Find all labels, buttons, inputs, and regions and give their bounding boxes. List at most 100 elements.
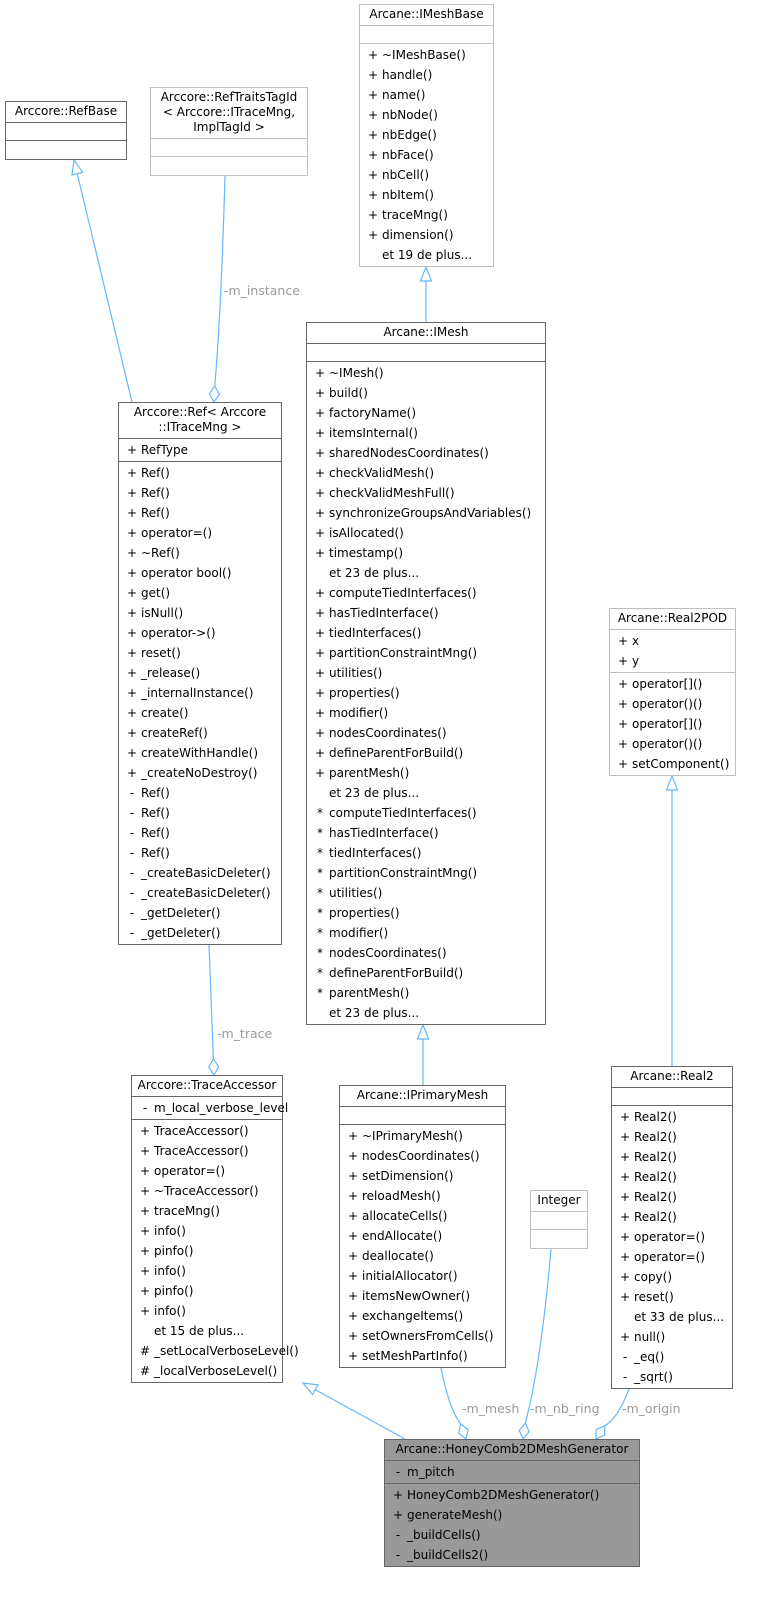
method-item[interactable]: + name() bbox=[360, 85, 493, 105]
method-item[interactable]: + operator()() bbox=[610, 694, 735, 714]
method-item[interactable]: + checkValidMeshFull() bbox=[307, 483, 545, 503]
method-item[interactable]: + properties() bbox=[307, 683, 545, 703]
method-item[interactable]: + Real2() bbox=[612, 1167, 732, 1187]
class-real2[interactable]: Arcane::Real2 + Real2() + Real2() + Real2() + Re… bbox=[611, 1066, 733, 1389]
attribute-item[interactable]: + RefType bbox=[119, 440, 281, 460]
method-item[interactable]: + TraceAccessor() bbox=[132, 1121, 282, 1141]
method-item[interactable]: + operator=() bbox=[132, 1161, 282, 1181]
method-item[interactable]: + nbFace() bbox=[360, 145, 493, 165]
method-item[interactable]: + isAllocated() bbox=[307, 523, 545, 543]
method-item[interactable]: - _getDeleter() bbox=[119, 923, 281, 943]
method-item[interactable]: + setOwnersFromCells() bbox=[340, 1326, 505, 1346]
method-item[interactable]: + Real2() bbox=[612, 1107, 732, 1127]
method-item[interactable]: + nbNode() bbox=[360, 105, 493, 125]
method-item[interactable]: + allocateCells() bbox=[340, 1206, 505, 1226]
method-item[interactable]: + partitionConstraintMng() bbox=[307, 643, 545, 663]
method-item[interactable]: + exchangeItems() bbox=[340, 1306, 505, 1326]
method-item[interactable]: + operator=() bbox=[119, 523, 281, 543]
method-item[interactable]: + Real2() bbox=[612, 1207, 732, 1227]
method-item[interactable]: + createWithHandle() bbox=[119, 743, 281, 763]
method-item[interactable]: + Ref() bbox=[119, 483, 281, 503]
class-ref[interactable]: Arccore::Ref< Arccore ::ITraceMng > + RefT… bbox=[118, 402, 282, 945]
method-item[interactable]: - Ref() bbox=[119, 783, 281, 803]
method-item[interactable]: + tiedInterfaces() bbox=[307, 623, 545, 643]
method-item[interactable]: + ~IPrimaryMesh() bbox=[340, 1126, 505, 1146]
method-item[interactable]: + checkValidMesh() bbox=[307, 463, 545, 483]
method-item[interactable]: + factoryName() bbox=[307, 403, 545, 423]
method-item[interactable]: + defineParentForBuild() bbox=[307, 743, 545, 763]
method-item[interactable]: * tiedInterfaces() bbox=[307, 843, 545, 863]
attribute-item[interactable]: - m_local_verbose_level bbox=[132, 1098, 288, 1118]
method-item[interactable]: et 23 de plus... bbox=[307, 783, 545, 803]
method-item[interactable]: * hasTiedInterface() bbox=[307, 823, 545, 843]
method-item[interactable]: + hasTiedInterface() bbox=[307, 603, 545, 623]
method-item[interactable]: + nodesCoordinates() bbox=[340, 1146, 505, 1166]
method-item[interactable]: + dimension() bbox=[360, 225, 493, 245]
method-item[interactable]: + _createNoDestroy() bbox=[119, 763, 281, 783]
method-item[interactable]: + pinfo() bbox=[132, 1281, 282, 1301]
method-item[interactable]: + Real2() bbox=[612, 1147, 732, 1167]
class-integer[interactable]: Integer bbox=[530, 1190, 588, 1249]
method-item[interactable]: + create() bbox=[119, 703, 281, 723]
method-item[interactable]: # _localVerboseLevel() bbox=[132, 1361, 282, 1381]
method-item[interactable]: + createRef() bbox=[119, 723, 281, 743]
method-item[interactable]: + operator[]() bbox=[610, 674, 735, 694]
method-item[interactable]: + sharedNodesCoordinates() bbox=[307, 443, 545, 463]
method-item[interactable]: + itemsInternal() bbox=[307, 423, 545, 443]
method-item[interactable]: + setMeshPartInfo() bbox=[340, 1346, 505, 1366]
method-item[interactable]: * partitionConstraintMng() bbox=[307, 863, 545, 883]
method-item[interactable]: + ~Ref() bbox=[119, 543, 281, 563]
method-item[interactable]: * utilities() bbox=[307, 883, 545, 903]
method-item[interactable]: - _buildCells2() bbox=[385, 1545, 639, 1565]
method-item[interactable]: + nbEdge() bbox=[360, 125, 493, 145]
method-item[interactable]: + computeTiedInterfaces() bbox=[307, 583, 545, 603]
method-item[interactable]: + setDimension() bbox=[340, 1166, 505, 1186]
method-item[interactable]: - _buildCells() bbox=[385, 1525, 639, 1545]
method-item[interactable]: + ~TraceAccessor() bbox=[132, 1181, 282, 1201]
class-reftraits[interactable]: Arccore::RefTraitsTagId < Arccore::ITrac… bbox=[150, 87, 308, 176]
method-item[interactable]: + copy() bbox=[612, 1267, 732, 1287]
method-item[interactable]: + traceMng() bbox=[132, 1201, 282, 1221]
method-item[interactable]: - Ref() bbox=[119, 803, 281, 823]
class-honeycomb2dmeshgenerator[interactable]: Arcane::HoneyComb2DMeshGenerator - m_pitch… bbox=[384, 1439, 640, 1567]
method-item[interactable]: + null() bbox=[612, 1327, 732, 1347]
method-item[interactable]: et 23 de plus... bbox=[307, 563, 545, 583]
method-item[interactable]: + info() bbox=[132, 1301, 282, 1321]
method-item[interactable]: + initialAllocator() bbox=[340, 1266, 505, 1286]
method-item[interactable]: + utilities() bbox=[307, 663, 545, 683]
method-item[interactable]: - Ref() bbox=[119, 843, 281, 863]
method-item[interactable]: + setComponent() bbox=[610, 754, 735, 774]
method-item[interactable]: + handle() bbox=[360, 65, 493, 85]
method-item[interactable]: + Real2() bbox=[612, 1127, 732, 1147]
method-item[interactable]: et 19 de plus... bbox=[360, 245, 493, 265]
method-item[interactable]: - _createBasicDeleter() bbox=[119, 883, 281, 903]
method-item[interactable]: - _sqrt() bbox=[612, 1367, 732, 1387]
method-item[interactable]: + nbCell() bbox=[360, 165, 493, 185]
method-item[interactable]: et 23 de plus... bbox=[307, 1003, 545, 1023]
method-item[interactable]: + Real2() bbox=[612, 1187, 732, 1207]
method-item[interactable]: - _eq() bbox=[612, 1347, 732, 1367]
method-item[interactable]: + modifier() bbox=[307, 703, 545, 723]
method-item[interactable]: + operator bool() bbox=[119, 563, 281, 583]
attribute-item[interactable]: + y bbox=[610, 651, 735, 671]
class-traceaccessor[interactable]: Arccore::TraceAccessor - m_local_verbose_l… bbox=[131, 1075, 299, 1383]
method-item[interactable]: + nodesCoordinates() bbox=[307, 723, 545, 743]
attribute-item[interactable]: - m_pitch bbox=[385, 1462, 639, 1482]
method-item[interactable]: + isNull() bbox=[119, 603, 281, 623]
method-item[interactable]: + reset() bbox=[119, 643, 281, 663]
method-item[interactable]: et 15 de plus... bbox=[132, 1321, 282, 1341]
method-item[interactable]: + info() bbox=[132, 1221, 282, 1241]
method-item[interactable]: - Ref() bbox=[119, 823, 281, 843]
method-item[interactable]: + _internalInstance() bbox=[119, 683, 281, 703]
method-item[interactable]: + parentMesh() bbox=[307, 763, 545, 783]
method-item[interactable]: * parentMesh() bbox=[307, 983, 545, 1003]
method-item[interactable]: + nbItem() bbox=[360, 185, 493, 205]
method-item[interactable]: + synchronizeGroupsAndVariables() bbox=[307, 503, 545, 523]
method-item[interactable]: * properties() bbox=[307, 903, 545, 923]
method-item[interactable]: * defineParentForBuild() bbox=[307, 963, 545, 983]
method-item[interactable]: + Ref() bbox=[119, 463, 281, 483]
method-item[interactable]: + operator()() bbox=[610, 734, 735, 754]
method-item[interactable]: - _getDeleter() bbox=[119, 903, 281, 923]
method-item[interactable]: + traceMng() bbox=[360, 205, 493, 225]
method-item[interactable]: + ~IMesh() bbox=[307, 363, 545, 383]
